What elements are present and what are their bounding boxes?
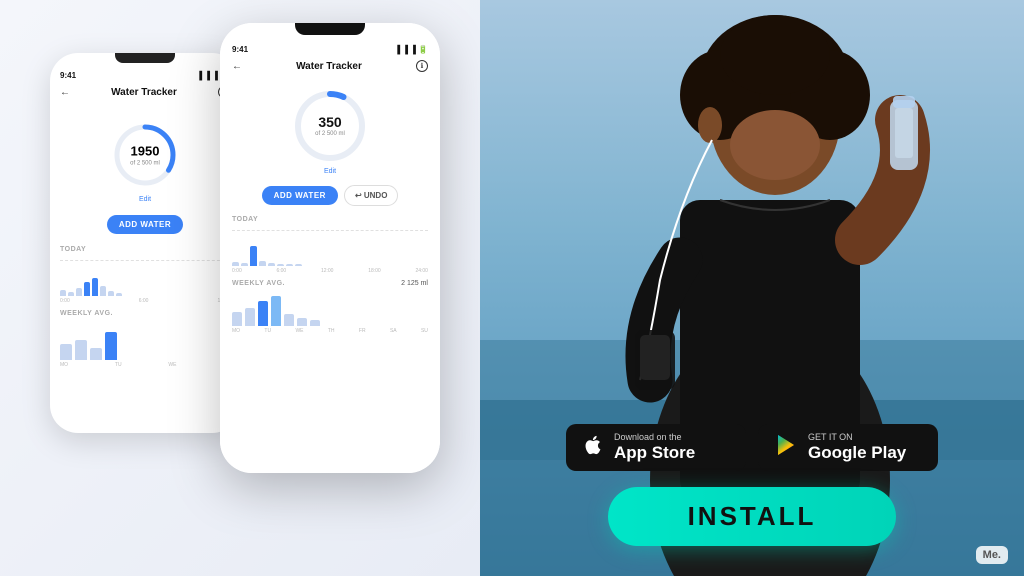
app-store-text: Download on the App Store: [614, 432, 695, 463]
right-panel: Download on the App Store: [480, 0, 1024, 576]
action-area: Download on the App Store: [480, 424, 1024, 546]
front-add-water-button[interactable]: ADD WATER: [262, 186, 338, 205]
wbar-4: [105, 332, 117, 360]
front-btn-row: ADD WATER ↩ UNDO: [232, 185, 428, 206]
fwbar-2: [245, 308, 255, 326]
front-chart-bars: [232, 234, 428, 266]
wbar-2: [75, 340, 87, 360]
fwbar-1: [232, 312, 242, 326]
watermark: Me.: [976, 546, 1008, 564]
bar-2: [68, 292, 74, 296]
google-play-text: GET IT ON Google Play: [808, 432, 906, 463]
back-chart-bars: [60, 264, 230, 296]
front-back-arrow: ←: [232, 61, 242, 72]
front-phone-title: Water Tracker: [242, 61, 416, 72]
front-water-sub: of 2 500 ml: [315, 131, 345, 137]
app-store-main: App Store: [614, 443, 695, 463]
front-weekly-label: WEEKLY AVG.: [232, 280, 285, 287]
front-phone-notch: [295, 23, 365, 35]
bar-5: [92, 278, 98, 296]
left-panel: 9:41 ▐ ▐ ▐ 🔋 ← Water Tracker ℹ: [0, 0, 480, 576]
fwbar-6: [297, 318, 307, 326]
app-store-button[interactable]: Download on the App Store: [566, 424, 746, 471]
apple-icon: [582, 434, 604, 460]
back-weekly-label: WEEKLY AVG.: [60, 310, 230, 317]
back-add-water-button[interactable]: ADD WATER: [107, 215, 183, 234]
front-weekly-bars: [232, 291, 428, 326]
front-water-value: 350: [315, 115, 345, 129]
day-mo: MO: [60, 362, 68, 368]
phone-back: 9:41 ▐ ▐ ▐ 🔋 ← Water Tracker ℹ: [50, 53, 240, 433]
front-info-icon: ℹ: [416, 60, 428, 72]
phone-front: 9:41 ▐ ▐ ▐ 🔋 ← Water Tracker ℹ: [220, 23, 440, 473]
back-phone-header: ← Water Tracker ℹ: [60, 86, 230, 98]
back-water-value: 1950: [130, 144, 160, 159]
fwbar-7: [310, 320, 320, 326]
fbar-7: [286, 264, 293, 266]
wbar-3: [90, 348, 102, 360]
back-edit-link: Edit: [139, 196, 151, 203]
fbar-2: [241, 263, 248, 266]
back-today-label: TODAY: [60, 246, 230, 253]
back-circle-chart: 1950 of 2 500 ml: [110, 120, 180, 190]
front-undo-button[interactable]: ↩ UNDO: [344, 185, 398, 206]
front-circle-text: 350 of 2 500 ml: [315, 115, 345, 137]
bar-6: [100, 286, 106, 296]
front-weekly-total: 2 125 ml: [401, 280, 428, 287]
fwbar-5: [284, 314, 294, 326]
front-status-bar: 9:41 ▐ ▐ ▐ 🔋: [232, 41, 428, 54]
bar-8: [116, 293, 122, 296]
front-circle-container: 350 of 2 500 ml Edit: [232, 86, 428, 175]
front-edit-link: Edit: [324, 168, 336, 175]
google-play-button[interactable]: GET IT ON Google Play: [758, 424, 938, 471]
fwbar-4: [271, 296, 281, 326]
fbar-3: [250, 246, 257, 266]
front-signal: ▐ ▐ ▐ 🔋: [394, 45, 428, 54]
bar-1: [60, 290, 66, 296]
front-phone-header: ← Water Tracker ℹ: [232, 60, 428, 72]
day-tu: TU: [115, 362, 122, 368]
back-circle-text: 1950 of 2 500 ml: [130, 144, 160, 167]
google-play-main: Google Play: [808, 443, 906, 463]
fwbar-3: [258, 301, 268, 326]
day-we: WE: [168, 362, 176, 368]
back-dotted-line: [60, 260, 230, 261]
back-arrow-icon: ←: [60, 87, 70, 98]
phones-container: 9:41 ▐ ▐ ▐ 🔋 ← Water Tracker ℹ: [30, 13, 450, 563]
bar-3: [76, 288, 82, 296]
front-time: 9:41: [232, 45, 248, 54]
front-today-label: TODAY: [232, 216, 428, 223]
back-chart-labels: 0:00 6:00 12:00: [60, 298, 230, 304]
front-phone-screen: 9:41 ▐ ▐ ▐ 🔋 ← Water Tracker ℹ: [220, 23, 440, 473]
back-phone-title: Water Tracker: [70, 87, 218, 98]
back-water-sub: of 2 500 ml: [130, 161, 160, 167]
install-button[interactable]: INSTALL: [608, 487, 897, 546]
front-dotted-line: [232, 230, 428, 231]
fbar-8: [295, 264, 302, 266]
wbar-1: [60, 344, 72, 360]
bar-7: [108, 291, 114, 296]
front-weekly-day-labels: MO TU WE TH FR SA SU: [232, 328, 428, 334]
back-circle-container: 1950 of 2 500 ml Edit: [60, 112, 230, 203]
back-weekly-bars: [60, 325, 230, 360]
back-phone-screen: 9:41 ▐ ▐ ▐ 🔋 ← Water Tracker ℹ: [50, 53, 240, 433]
back-weekly-day-labels: MO TU WE TH: [60, 362, 230, 368]
back-phone-notch: [115, 53, 175, 63]
play-icon: [774, 433, 798, 461]
google-play-sub: GET IT ON: [808, 432, 906, 443]
front-circle-chart: 350 of 2 500 ml: [290, 86, 370, 166]
back-time: 9:41: [60, 71, 76, 80]
fbar-6: [277, 264, 284, 266]
fbar-4: [259, 261, 266, 266]
back-status-bar: 9:41 ▐ ▐ ▐ 🔋: [60, 67, 230, 80]
bar-4: [84, 282, 90, 296]
app-store-sub: Download on the: [614, 432, 695, 443]
back-time-6: 6:00: [139, 298, 149, 304]
front-chart-labels: 0:00 6:00 12:00 18:00 24:00: [232, 268, 428, 274]
store-buttons: Download on the App Store: [566, 424, 938, 471]
fbar-5: [268, 263, 275, 266]
back-time-0: 0:00: [60, 298, 70, 304]
fbar-1: [232, 262, 239, 266]
